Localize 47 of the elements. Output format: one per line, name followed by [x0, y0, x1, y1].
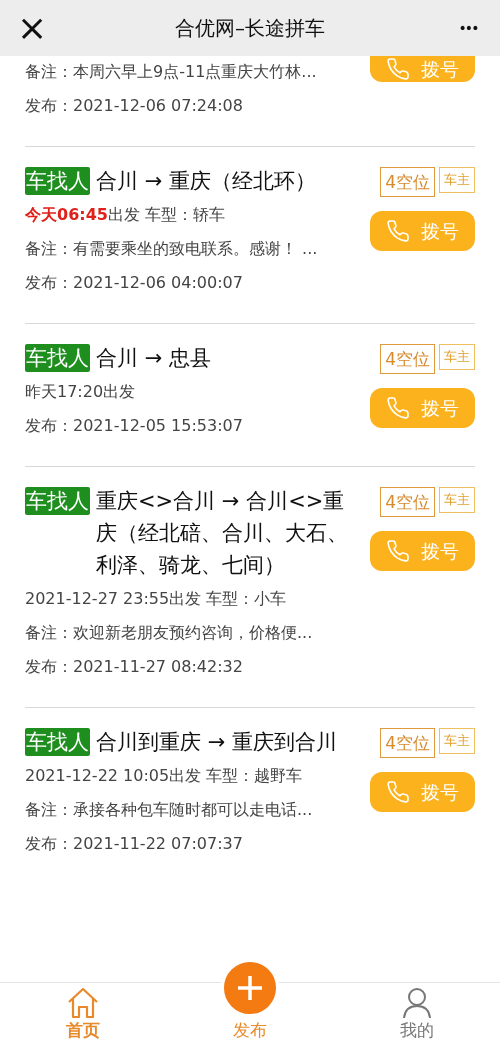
- phone-icon: [386, 57, 410, 81]
- call-button[interactable]: 拨号: [370, 211, 475, 251]
- departure-text: 今天06:45出发 车型：轿车: [25, 204, 227, 226]
- listing-tag: 车找人: [25, 167, 90, 195]
- departure-text: 昨天17:20出发: [25, 381, 137, 403]
- departure-text: 2021-12-22 10:05出发 车型：越野车: [25, 765, 304, 787]
- user-icon: [401, 987, 432, 1019]
- remark-text: 备注：有需要乘坐的致电联系。感谢！ ...: [25, 238, 319, 260]
- role-badge: 车主: [439, 728, 475, 754]
- call-button[interactable]: 拨号: [370, 388, 475, 428]
- publish-time: 发布：2021-12-05 15:53:07: [25, 415, 244, 437]
- seats-badge: 4空位: [380, 344, 435, 374]
- publish-time: 发布：2021-11-27 08:42:32: [25, 656, 244, 678]
- call-button[interactable]: 拨号: [370, 56, 475, 82]
- listing-tag: 车找人: [25, 344, 90, 372]
- call-button[interactable]: 拨号: [370, 772, 475, 812]
- seats-badge: 4空位: [380, 728, 435, 758]
- phone-icon: [386, 219, 410, 243]
- phone-icon: [386, 396, 410, 420]
- departure-text: 2021-12-27 23:55出发 车型：小车: [25, 588, 288, 610]
- publish-time: 发布：2021-12-06 04:00:07: [25, 272, 244, 294]
- nav-tab[interactable]: 发布: [166, 958, 334, 1045]
- seats-badge: 4空位: [380, 167, 435, 197]
- more-button[interactable]: •••: [450, 17, 486, 39]
- route-text: 合川 → 重庆（经北环）: [96, 168, 317, 195]
- call-button[interactable]: 拨号: [370, 531, 475, 571]
- window-title: 合优网–长途拼车: [175, 15, 325, 42]
- remark-text: 备注：欢迎新老朋友预约咨询，价格便...: [25, 622, 314, 644]
- role-badge: 车主: [439, 167, 475, 193]
- route-text: 合川 → 忠县: [96, 345, 212, 372]
- close-button[interactable]: ×: [14, 10, 50, 46]
- role-badge: 车主: [439, 344, 475, 370]
- nav-tab[interactable]: 我的: [333, 987, 500, 1045]
- route-text: 合川到重庆 → 重庆到合川: [96, 729, 338, 756]
- remark-text: 备注：承接各种包车随时都可以走电话...: [25, 799, 314, 821]
- seats-badge: 4空位: [380, 487, 435, 517]
- nav-tab[interactable]: 首页: [0, 987, 167, 1045]
- phone-icon: [386, 780, 410, 804]
- role-badge: 车主: [439, 487, 475, 513]
- publish-time: 发布：2021-11-22 07:07:37: [25, 833, 244, 855]
- plus-icon: [236, 974, 264, 1002]
- listing-tag: 车找人: [25, 728, 90, 756]
- phone-icon: [386, 539, 410, 563]
- remark-text: 备注：本周六早上9点-11点重庆大竹林...: [25, 61, 318, 83]
- listing-tag: 车找人: [25, 487, 90, 515]
- publish-time: 发布：2021-12-06 07:24:08: [25, 95, 244, 117]
- route-text: 重庆<>合川 → 合川<>重庆（经北碚、合川、大石、利泽、骑龙、七间）: [96, 488, 349, 579]
